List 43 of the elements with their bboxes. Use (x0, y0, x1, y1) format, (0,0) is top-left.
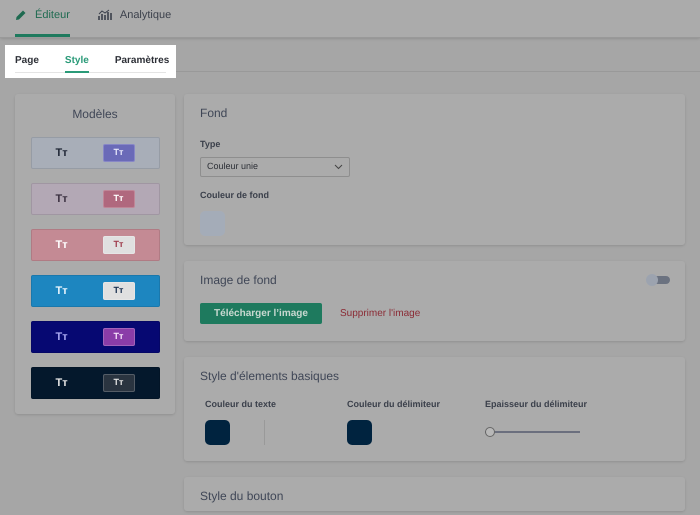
template-card[interactable]: Tт Tт (30, 229, 160, 261)
slider-thumb[interactable] (485, 426, 495, 436)
template-card[interactable]: Tт Tт (30, 137, 160, 169)
field-label: Type (200, 138, 222, 151)
pencil-icon (15, 9, 27, 21)
delete-image-link[interactable]: Supprimer l'image (340, 306, 420, 321)
chevron-down-icon (334, 164, 343, 170)
template-text-sample: Tт (56, 376, 68, 391)
template-button-sample: Tт (102, 236, 134, 254)
upload-image-button[interactable]: Télécharger l’image (200, 303, 322, 324)
template-button-sample: Tт (102, 282, 134, 300)
panel-title: Modèles (72, 106, 118, 123)
card-title: Style d'élements basiques (200, 368, 340, 385)
field-label: Couleur du délimiteur (347, 398, 442, 411)
template-text-sample: Tт (56, 146, 68, 161)
template-card[interactable]: Tт Tт (30, 321, 160, 353)
template-text-sample: Tт (56, 284, 68, 299)
template-button-sample: Tт (102, 328, 134, 346)
toggle-switch[interactable] (646, 274, 670, 286)
color-swatch[interactable] (347, 420, 372, 444)
template-button-sample: Tт (102, 374, 134, 392)
card-title: Style du bouton (200, 488, 284, 505)
main-tab[interactable]: Analytique (98, 0, 172, 37)
thickness-slider[interactable] (485, 426, 580, 438)
type-select[interactable]: Couleur unie (200, 156, 350, 176)
template-card[interactable]: Tт Tт (30, 275, 160, 307)
template-card[interactable]: Tт Tт (30, 367, 160, 399)
template-text-sample: Tт (56, 192, 68, 207)
sub-tab[interactable]: Style (64, 53, 89, 73)
color-swatch[interactable] (205, 420, 230, 444)
template-card[interactable]: Tт Tт (30, 183, 160, 215)
template-text-sample: Tт (56, 330, 68, 345)
card-title: Image de fond (200, 272, 277, 289)
template-button-sample: Tт (102, 190, 134, 208)
card-title: Fond (200, 105, 228, 122)
bar-chart-icon (98, 9, 112, 21)
field-label: Couleur de fond (200, 188, 270, 202)
template-text-sample: Tт (56, 238, 68, 253)
sub-tab[interactable]: Page (15, 53, 39, 73)
field-label: Couleur du texte (205, 398, 278, 411)
field-label: Epaisseur du délimiteur (485, 398, 588, 411)
template-button-sample: Tт (102, 144, 134, 162)
sub-tab[interactable]: Paramètres (114, 53, 170, 73)
